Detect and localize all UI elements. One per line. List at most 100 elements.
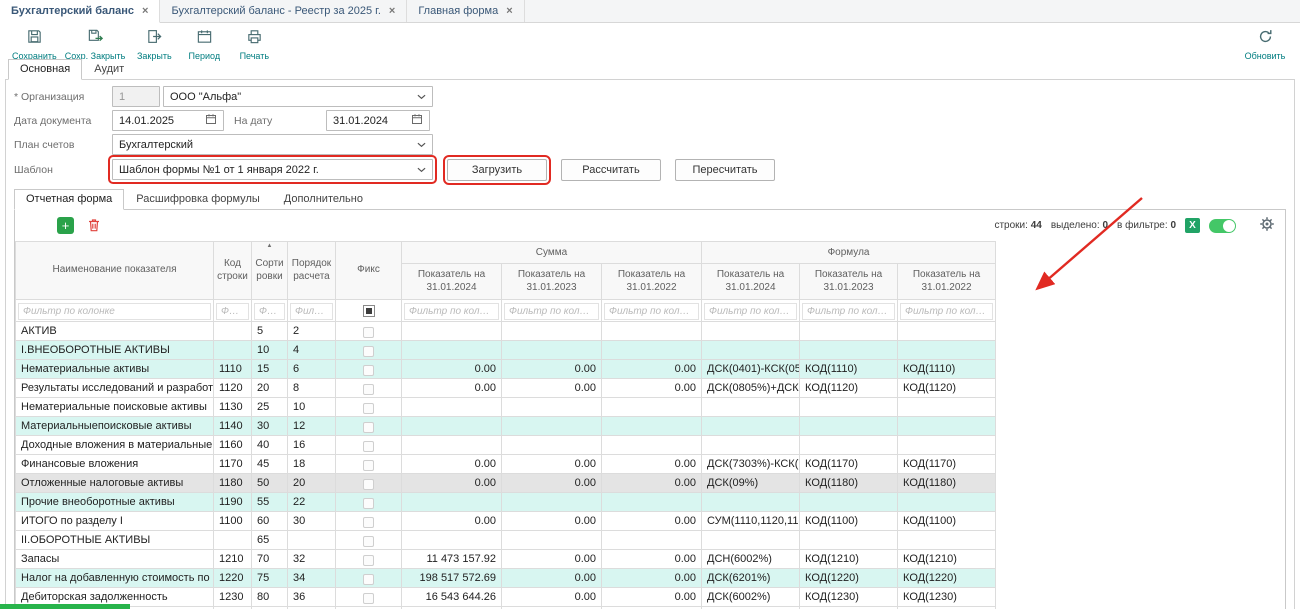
cell-formula-2024[interactable] <box>702 531 800 550</box>
cell-formula-2024[interactable]: СУМ(1110,1120,113... <box>702 512 800 531</box>
cell-fix[interactable] <box>336 493 402 512</box>
refresh-button[interactable]: Обновить <box>1240 27 1290 62</box>
column-header-sum-2023[interactable]: Показатель на 31.01.2023 <box>502 264 602 300</box>
cell-sort[interactable]: 45 <box>252 455 288 474</box>
fix-checkbox[interactable] <box>363 517 374 528</box>
cell-sort[interactable]: 5 <box>252 322 288 341</box>
cell-sort[interactable]: 80 <box>252 588 288 607</box>
cell-name[interactable]: Финансовые вложения <box>16 455 214 474</box>
cell-sum-2023[interactable]: 0.00 <box>502 379 602 398</box>
column-header-formula-2022[interactable]: Показатель на 31.01.2022 <box>898 264 996 300</box>
cell-code[interactable] <box>214 531 252 550</box>
cell-sum-2024[interactable] <box>402 322 502 341</box>
cell-order[interactable]: 32 <box>288 550 336 569</box>
cell-sum-2022[interactable] <box>602 417 702 436</box>
cell-sum-2022[interactable]: 0.00 <box>602 379 702 398</box>
calculate-button[interactable]: Рассчитать <box>561 159 661 181</box>
chevron-down-icon[interactable] <box>417 91 426 103</box>
cell-sort[interactable]: 60 <box>252 512 288 531</box>
cell-fix[interactable] <box>336 360 402 379</box>
fix-checkbox[interactable] <box>363 346 374 357</box>
cell-sum-2023[interactable] <box>502 436 602 455</box>
close-button[interactable]: Закрыть <box>129 27 179 62</box>
cell-sum-2023[interactable] <box>502 398 602 417</box>
cell-formula-2023[interactable]: КОД(1180) <box>800 474 898 493</box>
cell-order[interactable]: 12 <box>288 417 336 436</box>
cell-sum-2023[interactable] <box>502 531 602 550</box>
cell-formula-2023[interactable]: КОД(1120) <box>800 379 898 398</box>
column-header-sum-2024[interactable]: Показатель на 31.01.2024 <box>402 264 502 300</box>
table-row[interactable]: Отложенные налоговые активы118050200.000… <box>16 474 996 493</box>
column-header-fix[interactable]: Фикс <box>336 242 402 300</box>
cell-sort[interactable]: 65 <box>252 531 288 550</box>
cell-name[interactable]: II.ОБОРОТНЫЕ АКТИВЫ <box>16 531 214 550</box>
filter-input-formula-2023[interactable] <box>802 303 895 320</box>
cell-formula-2024[interactable] <box>702 341 800 360</box>
chart-select[interactable]: Бухгалтерский <box>112 134 433 155</box>
table-row[interactable]: Доходные вложения в материальные ц...116… <box>16 436 996 455</box>
cell-code[interactable]: 1130 <box>214 398 252 417</box>
cell-order[interactable]: 34 <box>288 569 336 588</box>
table-row[interactable]: Нематериальные активы11101560.000.000.00… <box>16 360 996 379</box>
cell-formula-2024[interactable] <box>702 322 800 341</box>
cell-order[interactable] <box>288 531 336 550</box>
cell-formula-2024[interactable] <box>702 493 800 512</box>
cell-formula-2023[interactable] <box>800 436 898 455</box>
cell-formula-2022[interactable] <box>898 341 996 360</box>
column-header-sort[interactable]: ▲ Сорти ровки <box>252 242 288 300</box>
filter-input-sum-2023[interactable] <box>504 303 599 320</box>
cell-sum-2024[interactable] <box>402 436 502 455</box>
cell-code[interactable]: 1140 <box>214 417 252 436</box>
cell-sum-2022[interactable]: 0.00 <box>602 512 702 531</box>
cell-formula-2023[interactable]: КОД(1100) <box>800 512 898 531</box>
cell-sort[interactable]: 25 <box>252 398 288 417</box>
cell-sum-2023[interactable]: 0.00 <box>502 588 602 607</box>
cell-order[interactable]: 16 <box>288 436 336 455</box>
cell-sum-2022[interactable] <box>602 398 702 417</box>
cell-formula-2023[interactable] <box>800 417 898 436</box>
cell-sort[interactable]: 20 <box>252 379 288 398</box>
cell-sum-2022[interactable] <box>602 322 702 341</box>
tab-additional[interactable]: Дополнительно <box>272 189 375 210</box>
window-tab-registry[interactable]: Бухгалтерский баланс - Реестр за 2025 г.… <box>160 0 407 22</box>
filter-input-sum-2024[interactable] <box>404 303 499 320</box>
cell-sum-2022[interactable] <box>602 341 702 360</box>
fix-checkbox[interactable] <box>363 574 374 585</box>
doc-date-field[interactable]: 14.01.2025 <box>112 110 224 131</box>
column-header-order[interactable]: Порядок расчета <box>288 242 336 300</box>
fix-checkbox[interactable] <box>363 536 374 547</box>
cell-formula-2022[interactable]: КОД(1180) <box>898 474 996 493</box>
cell-formula-2024[interactable] <box>702 398 800 417</box>
cell-order[interactable]: 10 <box>288 398 336 417</box>
cell-fix[interactable] <box>336 436 402 455</box>
fix-checkbox[interactable] <box>363 365 374 376</box>
cell-sort[interactable]: 50 <box>252 474 288 493</box>
cell-fix[interactable] <box>336 531 402 550</box>
filter-toggle[interactable] <box>1209 219 1236 233</box>
cell-sum-2024[interactable]: 0.00 <box>402 474 502 493</box>
cell-sum-2023[interactable]: 0.00 <box>502 512 602 531</box>
table-row[interactable]: II.ОБОРОТНЫЕ АКТИВЫ 65 <box>16 531 996 550</box>
cell-formula-2023[interactable] <box>800 322 898 341</box>
excel-export-icon[interactable]: X <box>1185 218 1200 233</box>
cell-name[interactable]: Нематериальные активы <box>16 360 214 379</box>
tab-formula-details[interactable]: Расшифровка формулы <box>124 189 271 210</box>
cell-sum-2024[interactable] <box>402 531 502 550</box>
cell-name[interactable]: Запасы <box>16 550 214 569</box>
cell-name[interactable]: Налог на добавленную стоимость по пр... <box>16 569 214 588</box>
cell-order[interactable]: 8 <box>288 379 336 398</box>
cell-name[interactable]: АКТИВ <box>16 322 214 341</box>
cell-sum-2024[interactable]: 0.00 <box>402 455 502 474</box>
cell-order[interactable]: 30 <box>288 512 336 531</box>
cell-sum-2022[interactable]: 0.00 <box>602 588 702 607</box>
close-icon[interactable]: × <box>389 5 395 17</box>
cell-code[interactable]: 1100 <box>214 512 252 531</box>
load-button[interactable]: Загрузить <box>447 159 547 181</box>
cell-sum-2023[interactable]: 0.00 <box>502 360 602 379</box>
cell-sum-2024[interactable] <box>402 417 502 436</box>
table-row[interactable]: Материальныепоисковые активы11403012 <box>16 417 996 436</box>
cell-code[interactable]: 1170 <box>214 455 252 474</box>
tab-main[interactable]: Основная <box>8 59 82 80</box>
cell-formula-2022[interactable]: КОД(1170) <box>898 455 996 474</box>
cell-fix[interactable] <box>336 550 402 569</box>
